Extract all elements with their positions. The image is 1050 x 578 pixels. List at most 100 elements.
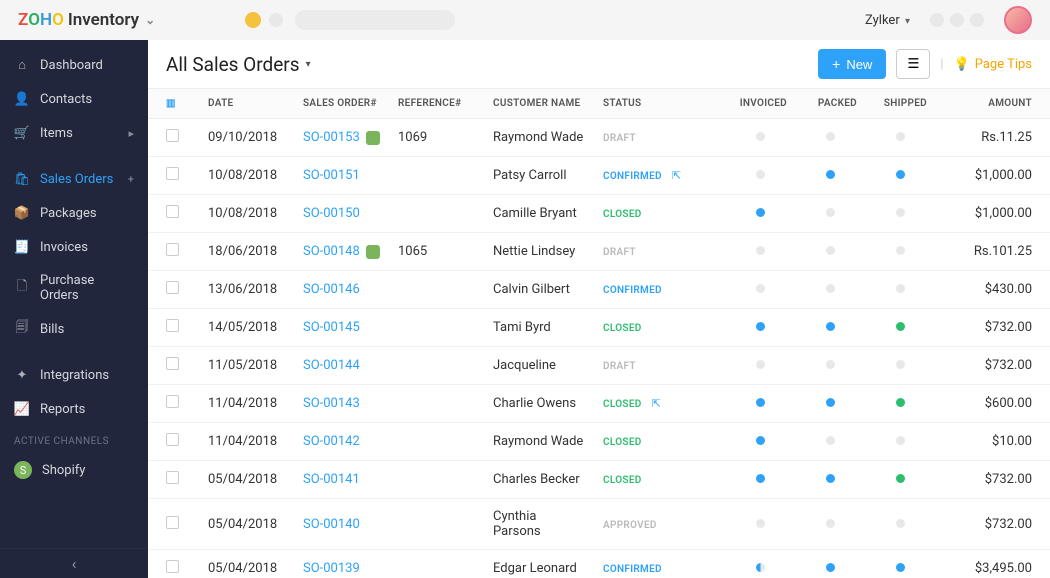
table-row[interactable]: 11/04/2018SO-00142Raymond WadeCLOSED$10.…: [148, 423, 1050, 461]
row-checkbox[interactable]: [166, 281, 179, 294]
logo-letter: H: [40, 10, 52, 30]
column-customer[interactable]: CUSTOMER NAME: [485, 89, 595, 119]
status-badge: DRAFT: [603, 247, 636, 258]
bulb-icon: 💡: [954, 57, 970, 72]
cell-amount: $3,495.00: [935, 550, 1050, 578]
org-switcher[interactable]: Zylker ▾: [865, 13, 910, 28]
column-date[interactable]: DATE: [200, 89, 295, 119]
cell-packed: [795, 195, 865, 233]
column-amount[interactable]: AMOUNT: [935, 89, 1050, 119]
table-row[interactable]: 11/05/2018SO-00144JacquelineDRAFT$732.00: [148, 347, 1050, 385]
status-badge: CLOSED: [603, 399, 642, 410]
sidebar-item-purchase[interactable]: 🗋Purchase Orders: [0, 264, 148, 312]
table-row[interactable]: 11/04/2018SO-00143Charlie OwensCLOSED⇱$6…: [148, 385, 1050, 423]
product-logo[interactable]: Z O H O Inventory ⌄: [18, 10, 155, 30]
table-row[interactable]: 10/08/2018SO-00151Patsy CarrollCONFIRMED…: [148, 157, 1050, 195]
table-row[interactable]: 14/05/2018SO-00145Tami ByrdCLOSED$732.00: [148, 309, 1050, 347]
view-selector[interactable]: All Sales Orders ▾: [166, 53, 311, 76]
row-checkbox[interactable]: [166, 560, 179, 573]
cell-invoiced: [725, 195, 795, 233]
sales-order-link[interactable]: SO-00151: [303, 168, 360, 183]
sidebar-item-items[interactable]: 🛒Items▸: [0, 116, 148, 150]
sidebar-item-tail: +: [128, 173, 134, 186]
row-checkbox[interactable]: [166, 129, 179, 142]
list-menu-button[interactable]: ☰: [896, 49, 930, 79]
cell-invoiced: [725, 347, 795, 385]
sidebar-item-sales[interactable]: 🛍Sales Orders+: [0, 162, 148, 196]
row-checkbox[interactable]: [166, 243, 179, 256]
status-dot-icon: [896, 563, 905, 572]
cell-date: 05/04/2018: [200, 461, 295, 499]
shopify-badge-icon: [366, 245, 380, 259]
cell-date: 11/04/2018: [200, 385, 295, 423]
row-checkbox[interactable]: [166, 319, 179, 332]
sales-order-link[interactable]: SO-00143: [303, 396, 360, 411]
action-placeholders: [930, 13, 984, 27]
status-dot-icon: [826, 208, 835, 217]
sidebar-item-dashboard[interactable]: ⌂Dashboard: [0, 48, 148, 82]
column-status[interactable]: STATUS: [595, 89, 725, 119]
sales-order-link[interactable]: SO-00139: [303, 561, 360, 576]
row-checkbox[interactable]: [166, 167, 179, 180]
sales-order-link[interactable]: SO-00148: [303, 244, 360, 259]
sales-order-link[interactable]: SO-00145: [303, 320, 360, 335]
cell-reference: [390, 157, 485, 195]
column-invoiced[interactable]: INVOICED: [725, 89, 795, 119]
sidebar-item-contacts[interactable]: 👤Contacts: [0, 82, 148, 116]
row-checkbox[interactable]: [166, 395, 179, 408]
invoices-icon: 🧾: [14, 239, 30, 255]
sidebar-item-reports[interactable]: 📈Reports: [0, 392, 148, 426]
cell-reference: 1069: [390, 119, 485, 157]
row-checkbox[interactable]: [166, 357, 179, 370]
column-sales-order[interactable]: SALES ORDER#: [295, 89, 390, 119]
cell-invoiced: [725, 233, 795, 271]
row-checkbox[interactable]: [166, 205, 179, 218]
channel-item-shopify[interactable]: SShopify: [0, 453, 148, 487]
sidebar-item-integrations[interactable]: ✦Integrations: [0, 358, 148, 392]
external-link-icon[interactable]: ⇱: [672, 169, 681, 182]
sidebar-item-packages[interactable]: 📦Packages: [0, 196, 148, 230]
cell-customer: Camille Bryant: [485, 195, 595, 233]
table-row[interactable]: 10/08/2018SO-00150Camille BryantCLOSED$1…: [148, 195, 1050, 233]
cell-packed: [795, 271, 865, 309]
table-row[interactable]: 05/04/2018SO-00141Charles BeckerCLOSED$7…: [148, 461, 1050, 499]
cell-amount: $732.00: [935, 461, 1050, 499]
sales-order-link[interactable]: SO-00142: [303, 434, 360, 449]
table-row[interactable]: 05/04/2018SO-00140Cynthia ParsonsAPPROVE…: [148, 499, 1050, 550]
column-select[interactable]: ▥: [148, 89, 200, 119]
column-packed[interactable]: PACKED: [795, 89, 865, 119]
column-reference[interactable]: REFERENCE#: [390, 89, 485, 119]
table-row[interactable]: 13/06/2018SO-00146Calvin GilbertCONFIRME…: [148, 271, 1050, 309]
status-badge: CLOSED: [603, 209, 642, 220]
new-button[interactable]: + New: [818, 49, 886, 79]
table-row[interactable]: 09/10/2018SO-001531069Raymond WadeDRAFTR…: [148, 119, 1050, 157]
separator: |: [940, 57, 943, 72]
row-checkbox[interactable]: [166, 471, 179, 484]
avatar[interactable]: [1004, 6, 1032, 34]
sales-order-link[interactable]: SO-00144: [303, 358, 360, 373]
sales-order-link[interactable]: SO-00150: [303, 206, 360, 221]
table-row[interactable]: 18/06/2018SO-001481065Nettie LindseyDRAF…: [148, 233, 1050, 271]
sidebar-item-invoices[interactable]: 🧾Invoices: [0, 230, 148, 264]
sales-order-link[interactable]: SO-00140: [303, 517, 360, 532]
column-shipped[interactable]: SHIPPED: [865, 89, 935, 119]
external-link-icon[interactable]: ⇱: [652, 397, 661, 410]
cell-date: 11/04/2018: [200, 423, 295, 461]
page-tips-link[interactable]: 💡 Page Tips: [954, 57, 1032, 72]
cell-customer: Nettie Lindsey: [485, 233, 595, 271]
sidebar-item-bills[interactable]: 🗐Bills: [0, 312, 148, 346]
table-row[interactable]: 05/04/2018SO-00139Edgar LeonardCONFIRMED…: [148, 550, 1050, 578]
cell-date: 13/06/2018: [200, 271, 295, 309]
cell-packed: [795, 157, 865, 195]
row-checkbox[interactable]: [166, 516, 179, 529]
cell-shipped: [865, 499, 935, 550]
cell-reference: 1065: [390, 233, 485, 271]
sidebar-collapse-button[interactable]: ‹: [0, 548, 148, 578]
status-dot-icon: [826, 436, 835, 445]
cell-shipped: [865, 233, 935, 271]
sales-order-link[interactable]: SO-00141: [303, 472, 360, 487]
sales-order-link[interactable]: SO-00153: [303, 130, 360, 145]
row-checkbox[interactable]: [166, 433, 179, 446]
sales-order-link[interactable]: SO-00146: [303, 282, 360, 297]
status-dot-icon: [896, 474, 905, 483]
